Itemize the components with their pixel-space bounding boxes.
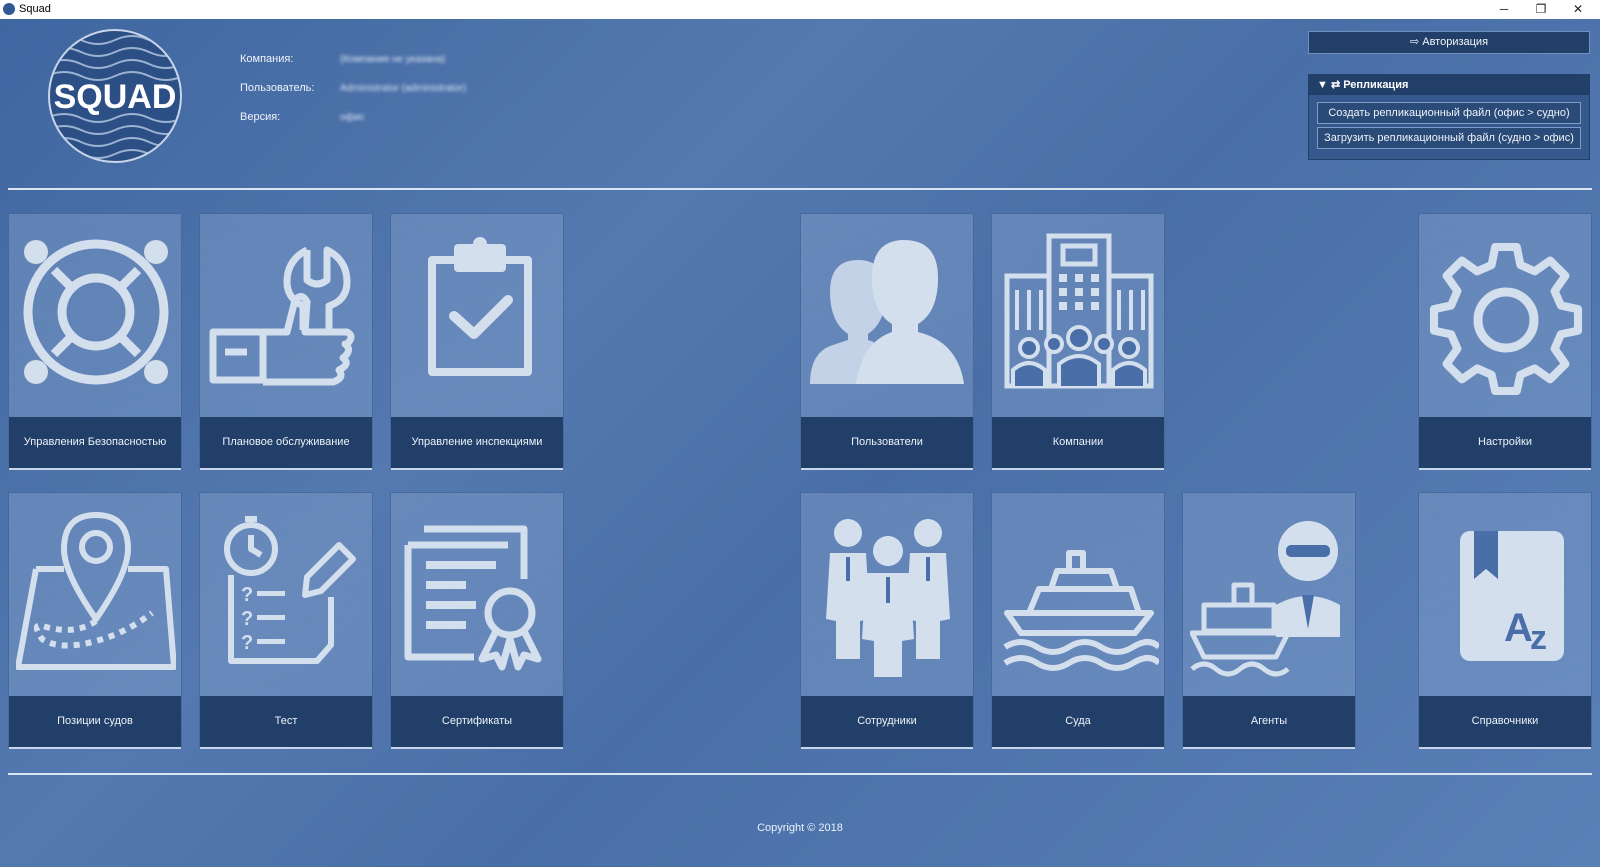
employees-icon	[826, 519, 950, 677]
tile-label: Сертификаты	[391, 696, 563, 749]
tile-positions[interactable]: Позиции судов	[8, 492, 182, 749]
agent-ship-icon	[1190, 521, 1340, 677]
squad-logo: SQUAD	[48, 29, 182, 163]
collapse-arrow-icon: ▼	[1317, 79, 1331, 91]
tile-certificates[interactable]: Сертификаты	[390, 492, 564, 749]
app-icon	[3, 3, 15, 15]
tile-label: Пользователи	[801, 417, 973, 470]
tile-references[interactable]: A z Справочники	[1418, 492, 1592, 749]
tile-label: Управления Безопасностью	[9, 417, 181, 470]
users-icon	[810, 240, 964, 384]
user-value: Administrator (administrator)	[340, 83, 467, 94]
version-value: офис	[340, 112, 365, 123]
create-replication-button[interactable]: Создать репликационный файл (офис > судн…	[1317, 102, 1581, 124]
replication-header[interactable]: ▼ ⇄ Репликация	[1309, 75, 1589, 95]
tile-label: Компании	[992, 417, 1164, 470]
clipboard-check-icon	[428, 237, 532, 376]
svg-text:A: A	[1504, 606, 1533, 650]
login-icon: ⇨	[1409, 36, 1423, 48]
swap-icon: ⇄	[1330, 79, 1344, 91]
tile-vessels[interactable]: Суда	[991, 492, 1165, 749]
company-value: (Компания не указана)	[340, 54, 446, 65]
replication-panel: ▼ ⇄ Репликация Создать репликационный фа…	[1308, 74, 1590, 160]
window-title: Squad	[19, 3, 51, 15]
title-bar: Squad ─ ❐ ✕	[0, 0, 1600, 19]
user-label: Пользователь:	[240, 82, 315, 94]
certificate-icon	[404, 525, 542, 671]
copyright: Copyright © 2018	[757, 822, 843, 834]
building-people-icon	[1004, 233, 1154, 389]
dictionary-icon: A z	[1460, 531, 1564, 661]
bottom-divider	[8, 773, 1592, 775]
tile-label: Сотрудники	[801, 696, 973, 749]
tile-agents[interactable]: Агенты	[1182, 492, 1356, 749]
svg-text:?: ?	[241, 632, 253, 654]
tile-label: Агенты	[1183, 696, 1355, 749]
lifebuoy-icon	[23, 239, 169, 385]
test-checklist-icon: ? ? ?	[224, 516, 356, 664]
thumbs-up-wrench-icon	[209, 246, 355, 386]
tile-label: Плановое обслуживание	[200, 417, 372, 470]
tile-companies[interactable]: Компании	[991, 213, 1165, 470]
tile-label: Суда	[992, 696, 1164, 749]
auth-button[interactable]: ⇨ Авторизация	[1308, 31, 1590, 54]
tile-users[interactable]: Пользователи	[800, 213, 974, 470]
tile-label: Позиции судов	[9, 696, 181, 749]
ship-icon	[1003, 550, 1159, 671]
auth-label: Авторизация	[1422, 36, 1489, 48]
tile-settings[interactable]: Настройки	[1418, 213, 1592, 470]
top-divider	[8, 188, 1592, 190]
replication-title: Репликация	[1343, 79, 1409, 91]
company-label: Компания:	[240, 53, 294, 65]
svg-text:?: ?	[241, 584, 253, 606]
map-pin-icon	[16, 512, 176, 670]
close-button[interactable]: ✕	[1560, 0, 1596, 19]
svg-text:z: z	[1530, 619, 1547, 657]
gear-icon	[1429, 242, 1583, 396]
tile-inspections[interactable]: Управление инспекциями	[390, 213, 564, 470]
tile-test[interactable]: ? ? ? Тест	[199, 492, 373, 749]
maximize-button[interactable]: ❐	[1523, 0, 1559, 19]
tile-employees[interactable]: Сотрудники	[800, 492, 974, 749]
svg-text:?: ?	[241, 608, 253, 630]
tile-label: Управление инспекциями	[391, 417, 563, 470]
version-label: Версия:	[240, 111, 281, 123]
tile-label: Тест	[200, 696, 372, 749]
tile-label: Настройки	[1419, 417, 1591, 470]
tile-label: Справочники	[1419, 696, 1591, 749]
logo-text: SQUAD	[54, 78, 177, 116]
load-replication-button[interactable]: Загрузить репликационный файл (судно > о…	[1317, 127, 1581, 149]
minimize-button[interactable]: ─	[1486, 0, 1522, 19]
tile-maintenance[interactable]: Плановое обслуживание	[199, 213, 373, 470]
tile-safety[interactable]: Управления Безопасностью	[8, 213, 182, 470]
